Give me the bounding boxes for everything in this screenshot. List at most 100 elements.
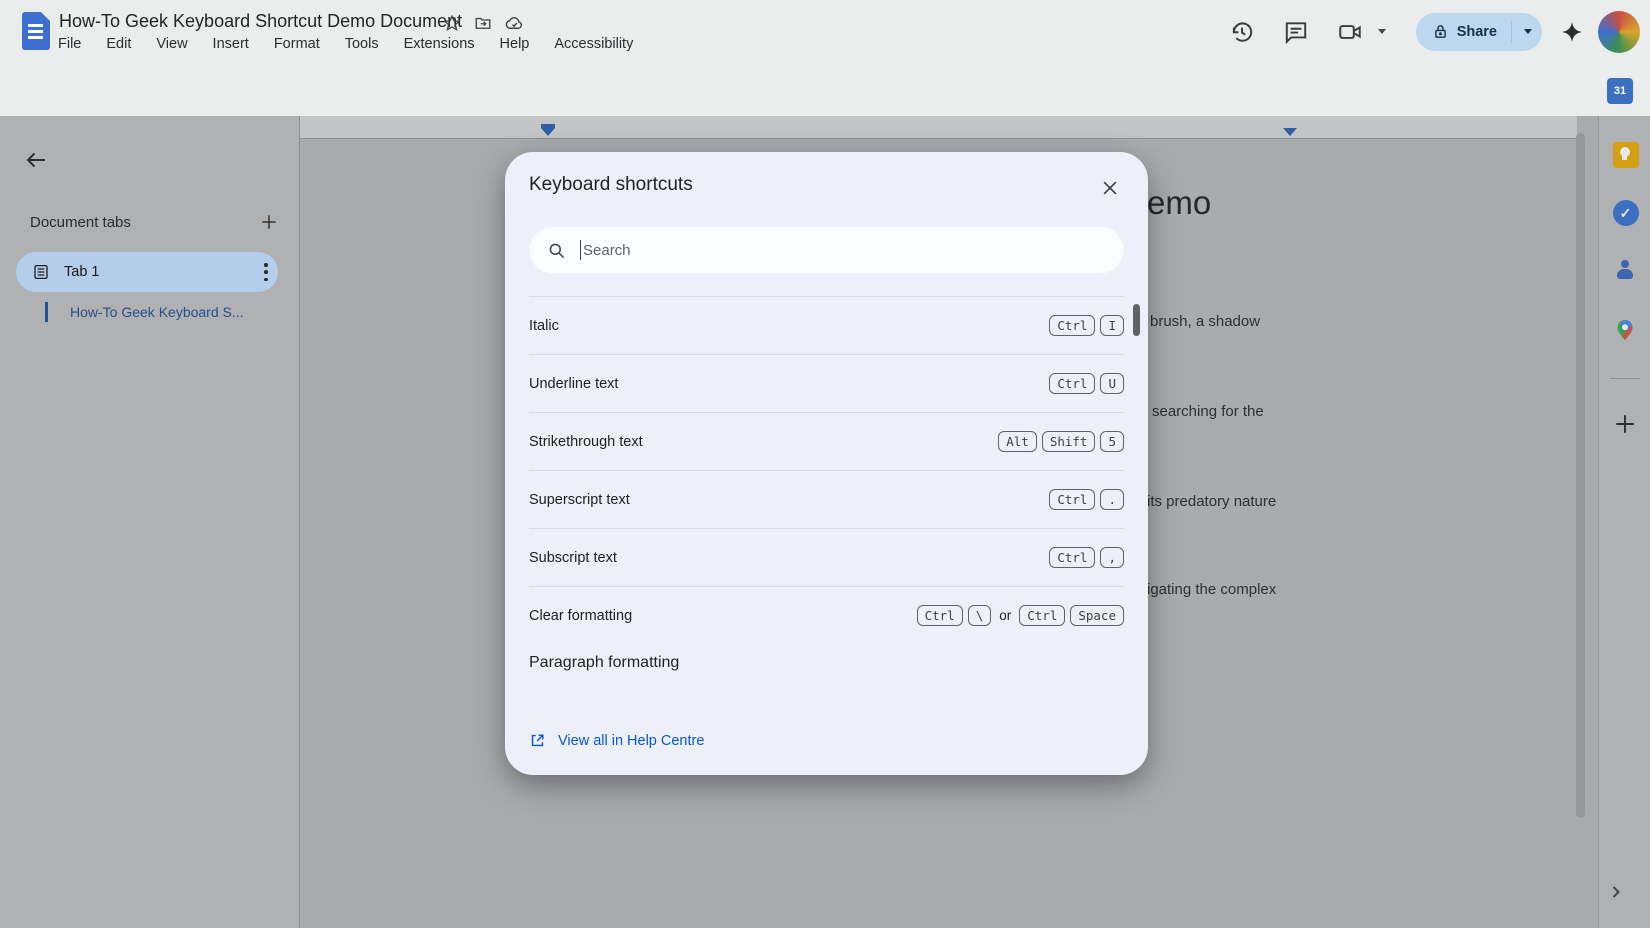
heading-link-label: How-To Geek Keyboard S... (70, 304, 244, 320)
tab-document-icon (32, 263, 50, 281)
search-icon (547, 241, 566, 260)
keycap: Space (1070, 605, 1124, 626)
shortcut-keys: Ctrl, (1049, 547, 1124, 568)
keycap: Ctrl (917, 605, 963, 626)
keycap: , (1100, 547, 1124, 568)
workspace-side-panel: ✓ (1598, 116, 1650, 928)
shortcut-keys: CtrlU (1049, 373, 1124, 394)
menu-tools[interactable]: Tools (345, 36, 379, 52)
document-text-fragment: searching for the (1152, 403, 1264, 420)
shortcut-keys: CtrlI (1049, 315, 1124, 336)
shortcut-row: Clear formattingCtrl\orCtrlSpace (529, 586, 1124, 644)
help-centre-link[interactable]: View all in Help Centre (529, 732, 704, 749)
search-input[interactable] (581, 241, 1085, 260)
tasks-icon[interactable]: ✓ (1613, 200, 1637, 224)
document-tabs-sidebar: Document tabs Tab 1 How-To Geek Keyboard… (0, 116, 300, 928)
hide-side-panel-icon[interactable] (1606, 882, 1626, 902)
keep-icon[interactable] (1613, 142, 1637, 166)
menu-view[interactable]: View (156, 36, 187, 52)
share-button-label: Share (1457, 24, 1497, 40)
shortcut-keys: AltShift5 (998, 431, 1124, 452)
keycap: Ctrl (1019, 605, 1065, 626)
gemini-spark-icon[interactable] (1560, 20, 1584, 44)
cloud-saved-icon[interactable] (505, 14, 524, 38)
shortcut-row: Strikethrough text AltShift5 (529, 412, 1124, 470)
video-call-icon[interactable] (1337, 19, 1363, 45)
sidebar-item-heading-link[interactable]: How-To Geek Keyboard S... (45, 302, 244, 322)
back-arrow-icon[interactable] (24, 148, 48, 172)
shortcut-row: Underline text CtrlU (529, 354, 1124, 412)
shortcut-label: Subscript text (529, 550, 617, 566)
menu-format[interactable]: Format (274, 36, 320, 52)
help-centre-link-label: View all in Help Centre (558, 733, 704, 749)
shortcut-search-bar[interactable] (529, 226, 1124, 274)
shortcut-label: Italic (529, 318, 559, 334)
share-divider (1511, 21, 1512, 43)
document-title[interactable]: How-To Geek Keyboard Shortcut Demo Docum… (59, 11, 462, 32)
left-indent-marker[interactable] (541, 128, 555, 136)
get-addons-icon[interactable] (1613, 412, 1637, 436)
tab-label: Tab 1 (64, 264, 264, 280)
calendar-icon[interactable]: 31 (1607, 78, 1633, 104)
version-history-icon[interactable] (1229, 19, 1255, 45)
share-caret-icon[interactable] (1524, 29, 1532, 34)
shortcut-row: Italic CtrlI (529, 296, 1124, 354)
document-text-fragment: igating the complex (1147, 581, 1276, 598)
shortcut-label: Strikethrough text (529, 434, 643, 450)
header-right: Share (1229, 0, 1650, 63)
shortcut-label: Underline text (529, 376, 618, 392)
keycap: Ctrl (1049, 373, 1095, 394)
add-tab-icon[interactable] (259, 212, 279, 232)
shortcut-row: Superscript text Ctrl. (529, 470, 1124, 528)
document-text-fragment: its predatory nature (1147, 493, 1276, 510)
section-header: Paragraph formatting (529, 654, 679, 672)
move-folder-icon[interactable] (474, 14, 492, 38)
sidebar-item-tab1[interactable]: Tab 1 (16, 252, 278, 292)
menu-insert[interactable]: Insert (213, 36, 249, 52)
maps-icon[interactable] (1613, 318, 1637, 342)
comments-icon[interactable] (1283, 19, 1309, 45)
shortcut-list: Italic CtrlI Underline text CtrlU Strikethro… (529, 296, 1124, 644)
menu-bar: File Edit View Insert Format Tools Extensions H… (58, 36, 633, 52)
keycap: Alt (998, 431, 1037, 452)
keycap: Ctrl (1049, 547, 1095, 568)
close-icon[interactable] (1100, 178, 1120, 198)
or-text: or (999, 608, 1011, 623)
external-link-icon (529, 732, 546, 749)
keycap: \ (968, 605, 992, 626)
contacts-icon[interactable] (1613, 258, 1637, 282)
menu-help[interactable]: Help (500, 36, 530, 52)
keycap: Ctrl (1049, 489, 1095, 510)
shortcut-label: Superscript text (529, 492, 630, 508)
keycap: Ctrl (1049, 315, 1095, 336)
dialog-title: Keyboard shortcuts (529, 174, 693, 196)
keycap: 5 (1100, 431, 1124, 452)
keycap: Shift (1042, 431, 1096, 452)
sidebar-title: Document tabs (30, 214, 131, 231)
shortcut-keys: Ctrl\orCtrlSpace (917, 605, 1124, 626)
menu-accessibility[interactable]: Accessibility (554, 36, 633, 52)
title-action-icons (443, 14, 524, 38)
right-indent-marker[interactable] (1283, 128, 1297, 136)
dialog-scrollbar[interactable] (1133, 304, 1140, 336)
document-heading-fragment: emo (1147, 184, 1211, 222)
document-scrollbar[interactable] (1576, 133, 1585, 818)
shortcut-label: Clear formatting (529, 608, 632, 624)
side-panel-divider (1610, 378, 1640, 379)
docs-logo[interactable] (22, 12, 50, 50)
shortcut-row: Subscript text Ctrl, (529, 528, 1124, 586)
tab-options-icon[interactable] (264, 263, 268, 281)
share-button[interactable]: Share (1416, 13, 1542, 51)
google-docs-app: How-To Geek Keyboard Shortcut Demo Docum… (0, 0, 1650, 928)
document-text-fragment: brush, a shadow (1150, 313, 1260, 330)
star-icon[interactable] (443, 14, 461, 38)
active-heading-bar (45, 302, 48, 322)
menu-file[interactable]: File (58, 36, 81, 52)
shortcut-keys: Ctrl. (1049, 489, 1124, 510)
keyboard-shortcuts-dialog: Keyboard shortcuts Italic CtrlI Underline … (505, 152, 1148, 775)
menu-edit[interactable]: Edit (106, 36, 131, 52)
video-call-caret-icon[interactable] (1378, 29, 1386, 34)
menu-extensions[interactable]: Extensions (404, 36, 475, 52)
ruler (300, 116, 1577, 139)
account-avatar[interactable] (1598, 11, 1640, 53)
